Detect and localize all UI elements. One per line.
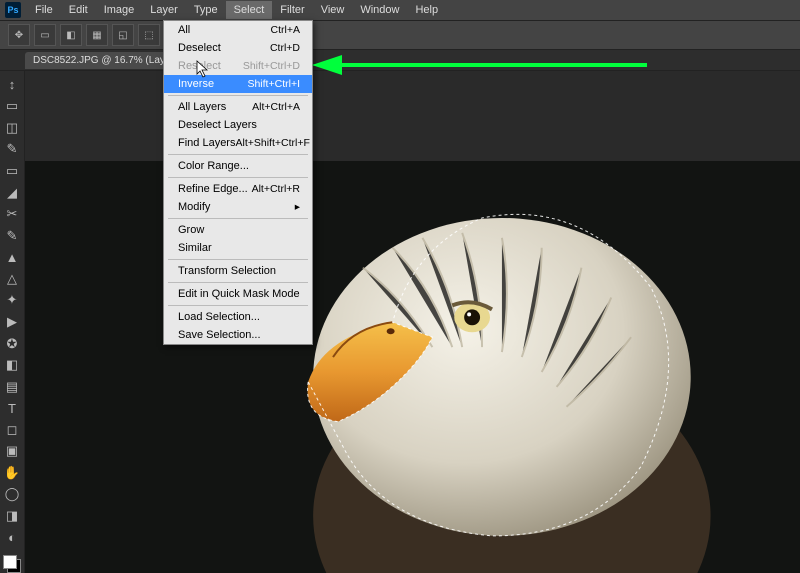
tool-button[interactable]: ✋ — [2, 463, 22, 483]
menu-item-shortcut: ▸ — [295, 201, 300, 213]
tool-button[interactable]: ✎ — [2, 226, 22, 246]
menu-item-all[interactable]: All Ctrl+A — [164, 21, 312, 39]
menu-item-label: Load Selection... — [178, 311, 260, 323]
menu-item-all-layers[interactable]: All Layers Alt+Ctrl+A — [164, 98, 312, 116]
menu-item-label: Modify — [178, 201, 210, 213]
tool-button[interactable]: ◯ — [2, 485, 22, 505]
menu-item-load-selection[interactable]: Load Selection... — [164, 308, 312, 326]
menu-item-deselect[interactable]: Deselect Ctrl+D — [164, 39, 312, 57]
menu-item-label: Reselect — [178, 60, 221, 72]
menu-separator — [168, 259, 308, 260]
tool-button[interactable]: ▣ — [2, 442, 22, 462]
menubar: Ps FileEditImageLayerTypeSelectFilterVie… — [0, 0, 800, 21]
color-swatches[interactable] — [3, 555, 21, 573]
menu-item-refine-edge[interactable]: Refine Edge... Alt+Ctrl+R — [164, 180, 312, 198]
workspace: ↕▭◫✎▭◢✂✎▲△✦▶✪◧▤T◻▣✋◯◨◐ — [0, 71, 800, 573]
tool-button[interactable]: ▭ — [2, 161, 22, 181]
menu-item-shortcut: Ctrl+D — [270, 42, 300, 54]
menu-item-shortcut: Ctrl+A — [271, 24, 300, 36]
tool-button[interactable]: ✂ — [2, 204, 22, 224]
select-menu-dropdown: All Ctrl+A Deselect Ctrl+D Reselect Shift+Ctr… — [163, 20, 313, 345]
tool-button[interactable]: ✪ — [2, 334, 22, 354]
menu-item-transform-selection[interactable]: Transform Selection — [164, 262, 312, 280]
menu-item-reselect: Reselect Shift+Ctrl+D — [164, 57, 312, 75]
menu-item-label: All — [178, 24, 190, 36]
opt-icon[interactable]: ⬚ — [138, 24, 160, 46]
canvas-area[interactable] — [25, 71, 800, 573]
menu-item-similar[interactable]: Similar — [164, 239, 312, 257]
tool-button[interactable]: ◧ — [2, 355, 22, 375]
menu-layer[interactable]: Layer — [142, 1, 186, 19]
menu-item-label: Refine Edge... — [178, 183, 248, 195]
tool-button[interactable]: ◐ — [2, 528, 22, 548]
menu-item-label: Grow — [178, 224, 204, 236]
opt-icon[interactable]: ▦ — [86, 24, 108, 46]
menu-separator — [168, 282, 308, 283]
menu-separator — [168, 95, 308, 96]
menu-item-shortcut: Alt+Ctrl+R — [252, 183, 300, 195]
menu-item-shortcut: Alt+Ctrl+A — [252, 101, 300, 113]
menu-item-label: Deselect Layers — [178, 119, 257, 131]
menu-item-edit-in-quick-mask-mode[interactable]: Edit in Quick Mask Mode — [164, 285, 312, 303]
tool-button[interactable]: ◨ — [2, 506, 22, 526]
menu-item-shortcut: Alt+Shift+Ctrl+F — [235, 137, 309, 149]
menu-separator — [168, 154, 308, 155]
menu-item-inverse[interactable]: Inverse Shift+Ctrl+I — [164, 75, 312, 93]
menu-item-color-range[interactable]: Color Range... — [164, 157, 312, 175]
tool-button[interactable]: ▭ — [2, 97, 22, 117]
tool-button[interactable]: △ — [2, 269, 22, 289]
menu-item-find-layers[interactable]: Find LayersAlt+Shift+Ctrl+F — [164, 134, 312, 152]
tool-button[interactable]: ▤ — [2, 377, 22, 397]
tool-button[interactable]: ✎ — [2, 140, 22, 160]
tool-button[interactable]: ✦ — [2, 291, 22, 311]
menu-item-shortcut: Shift+Ctrl+I — [247, 78, 300, 90]
tool-button[interactable]: ◫ — [2, 118, 22, 138]
menu-separator — [168, 177, 308, 178]
foreground-color-swatch[interactable] — [3, 555, 17, 569]
toolbox: ↕▭◫✎▭◢✂✎▲△✦▶✪◧▤T◻▣✋◯◨◐ — [0, 71, 25, 573]
menu-help[interactable]: Help — [407, 1, 446, 19]
options-bar: ✥ ▭ ◧ ▦ ◱ ⬚ San — [0, 21, 800, 50]
menu-item-label: Color Range... — [178, 160, 249, 172]
menu-item-shortcut: Shift+Ctrl+D — [243, 60, 300, 72]
menu-item-label: Edit in Quick Mask Mode — [178, 288, 300, 300]
menu-file[interactable]: File — [27, 1, 61, 19]
menu-item-label: All Layers — [178, 101, 226, 113]
menu-filter[interactable]: Filter — [272, 1, 312, 19]
menu-item-label: Similar — [178, 242, 212, 254]
menu-separator — [168, 218, 308, 219]
tool-button[interactable]: ▶ — [2, 312, 22, 332]
menu-select[interactable]: Select — [226, 1, 273, 19]
menu-item-label: Find Layers — [178, 137, 235, 149]
opt-icon[interactable]: ▭ — [34, 24, 56, 46]
tool-button[interactable]: ◢ — [2, 183, 22, 203]
menu-item-label: Save Selection... — [178, 329, 261, 341]
document-image — [25, 161, 800, 573]
menu-item-label: Inverse — [178, 78, 214, 90]
menu-window[interactable]: Window — [352, 1, 407, 19]
opt-icon[interactable]: ◧ — [60, 24, 82, 46]
document-tab-bar: DSC8522.JPG @ 16.7% (Layer 1, RGB/ — [0, 50, 800, 71]
menu-item-deselect-layers[interactable]: Deselect Layers — [164, 116, 312, 134]
tool-button[interactable]: ↕ — [2, 75, 22, 95]
menu-item-label: Deselect — [178, 42, 221, 54]
menu-view[interactable]: View — [313, 1, 353, 19]
menu-item-save-selection[interactable]: Save Selection... — [164, 326, 312, 344]
menu-type[interactable]: Type — [186, 1, 226, 19]
menu-separator — [168, 305, 308, 306]
menu-edit[interactable]: Edit — [61, 1, 96, 19]
menu-item-label: Transform Selection — [178, 265, 276, 277]
tool-button[interactable]: ◻ — [2, 420, 22, 440]
menu-item-modify[interactable]: Modify ▸ — [164, 198, 312, 216]
menu-image[interactable]: Image — [96, 1, 143, 19]
opt-icon[interactable]: ◱ — [112, 24, 134, 46]
tool-preset-dropdown[interactable]: ✥ — [8, 24, 30, 46]
app-logo: Ps — [5, 2, 21, 18]
tool-button[interactable]: T — [2, 398, 22, 418]
tool-button[interactable]: ▲ — [2, 248, 22, 268]
menu-item-grow[interactable]: Grow — [164, 221, 312, 239]
